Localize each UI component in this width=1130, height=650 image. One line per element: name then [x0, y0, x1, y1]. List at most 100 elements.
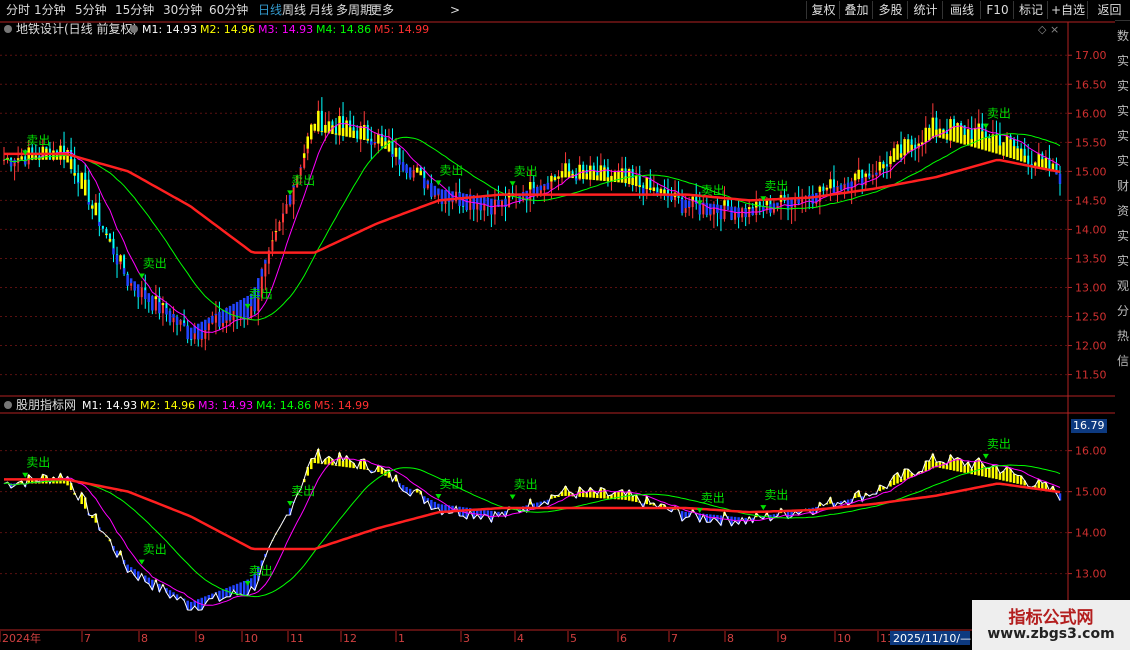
more-arrow-icon[interactable]: >: [450, 2, 460, 18]
candle-body: [105, 228, 108, 234]
candle-body: [211, 322, 214, 324]
candle-body: [193, 333, 196, 340]
candle-body: [412, 170, 415, 178]
candle-body: [970, 129, 973, 140]
candle-body: [592, 165, 595, 171]
sidebar-item-6[interactable]: 财: [1116, 176, 1130, 196]
candle-body: [875, 174, 878, 176]
ma-label: M2: 14.96: [200, 23, 255, 36]
sidebar-item-1[interactable]: 实: [1116, 51, 1130, 71]
sidebar-item-13[interactable]: 信: [1116, 351, 1130, 371]
tab-10[interactable]: 更多: [370, 2, 394, 18]
sidebar-item-5[interactable]: 实: [1116, 151, 1130, 171]
candle-body: [289, 204, 292, 206]
watermark: 指标公式网 www.zbgs3.com: [972, 600, 1130, 650]
candle-body: [900, 144, 903, 154]
candle-body: [684, 208, 687, 213]
x-tick-label: 6: [620, 632, 627, 645]
tab-3[interactable]: 15分钟: [115, 2, 154, 18]
tab-6[interactable]: 日线: [258, 2, 282, 18]
candle-body: [882, 161, 885, 165]
candle-body: [13, 162, 16, 167]
x-tick-label: 9: [780, 632, 787, 645]
candle-body: [207, 323, 210, 331]
tab-4[interactable]: 30分钟: [163, 2, 202, 18]
sidebar-item-3[interactable]: 实: [1116, 101, 1130, 121]
candle-body: [373, 143, 376, 145]
sidebar-item-0[interactable]: 数: [1116, 26, 1130, 46]
ma-label: M5: 14.99: [374, 23, 429, 36]
tab-5[interactable]: 60分钟: [209, 2, 248, 18]
y-tick-label: 11.50: [1075, 369, 1107, 382]
candle-body: [571, 171, 574, 174]
candle-body: [426, 184, 429, 189]
tab-0[interactable]: 分时: [6, 2, 30, 18]
tab-1[interactable]: 1分钟: [34, 2, 66, 18]
tab-8[interactable]: 月线: [309, 2, 333, 18]
sidebar-item-10[interactable]: 观: [1116, 276, 1130, 296]
ma-label: M1: 14.93: [82, 399, 137, 412]
candle-body: [794, 199, 797, 208]
candle-body: [271, 240, 274, 251]
y-tick-label: 14.00: [1075, 527, 1107, 540]
candle-body: [366, 124, 369, 139]
toolbar-button-8[interactable]: 返回: [1087, 1, 1130, 19]
candle-body: [688, 207, 691, 209]
candle-body: [1027, 155, 1030, 164]
y-tick-label: 17.00: [1075, 49, 1107, 62]
candle-body: [582, 164, 585, 170]
x-tick-label: 8: [141, 632, 148, 645]
toolbar-button-0[interactable]: 复权: [806, 1, 840, 19]
candle-body: [282, 213, 285, 223]
tab-9[interactable]: 多周期: [336, 2, 372, 18]
candle-body: [734, 212, 737, 220]
candle-body: [1013, 139, 1016, 147]
candle-body: [320, 110, 323, 132]
candle-body: [264, 263, 267, 277]
sell-signal-label: 卖出: [514, 478, 538, 492]
sell-signal-label: 卖出: [26, 133, 50, 147]
candle-body: [963, 125, 966, 135]
candle-body: [172, 317, 175, 323]
sell-signal-label: 卖出: [439, 477, 463, 491]
toolbar-button-5[interactable]: F10: [980, 1, 1014, 19]
candle-body: [179, 320, 182, 325]
ma-label: M5: 14.99: [314, 399, 369, 412]
toolbar-button-7[interactable]: +自选: [1047, 1, 1088, 19]
ma-label: M3: 14.93: [198, 399, 253, 412]
candle-body: [998, 134, 1001, 146]
sidebar-item-12[interactable]: 热: [1116, 326, 1130, 346]
toolbar-button-3[interactable]: 统计: [907, 1, 943, 19]
sell-signal-label: 卖出: [291, 484, 315, 498]
candle-body: [214, 315, 217, 323]
toolbar-button-2[interactable]: 多股: [872, 1, 908, 19]
candle-body: [553, 175, 556, 178]
panel-title: 股朋指标网: [16, 397, 76, 412]
candle-body: [349, 120, 352, 128]
sidebar-item-7[interactable]: 资: [1116, 201, 1130, 221]
toolbar-button-4[interactable]: 画线: [942, 1, 981, 19]
toolbar-button-6[interactable]: 标记: [1013, 1, 1048, 19]
tab-2[interactable]: 5分钟: [75, 2, 107, 18]
candle-body: [910, 139, 913, 145]
sidebar-item-4[interactable]: 实: [1116, 126, 1130, 146]
candle-body: [935, 117, 938, 130]
x-tick-label: 5: [570, 632, 577, 645]
candle-body: [568, 163, 571, 172]
watermark-url: www.zbgs3.com: [987, 626, 1115, 642]
candle-body: [352, 127, 355, 131]
candle-body: [278, 222, 281, 231]
tab-7[interactable]: 周线: [282, 2, 306, 18]
y-tick-label: 15.00: [1075, 486, 1107, 499]
sidebar-item-2[interactable]: 实: [1116, 76, 1130, 96]
sidebar-item-8[interactable]: 实: [1116, 226, 1130, 246]
y-tick-label: 12.50: [1075, 311, 1107, 324]
sidebar-item-11[interactable]: 分: [1116, 301, 1130, 321]
y-tick-label: 15.50: [1075, 136, 1107, 149]
toolbar-button-1[interactable]: 叠加: [839, 1, 873, 19]
sidebar-item-9[interactable]: 实: [1116, 251, 1130, 271]
y-tick-label: 14.50: [1075, 194, 1107, 207]
candle-body: [200, 338, 203, 340]
ma-label: M4: 14.86: [316, 23, 371, 36]
candle-body: [1023, 148, 1026, 156]
